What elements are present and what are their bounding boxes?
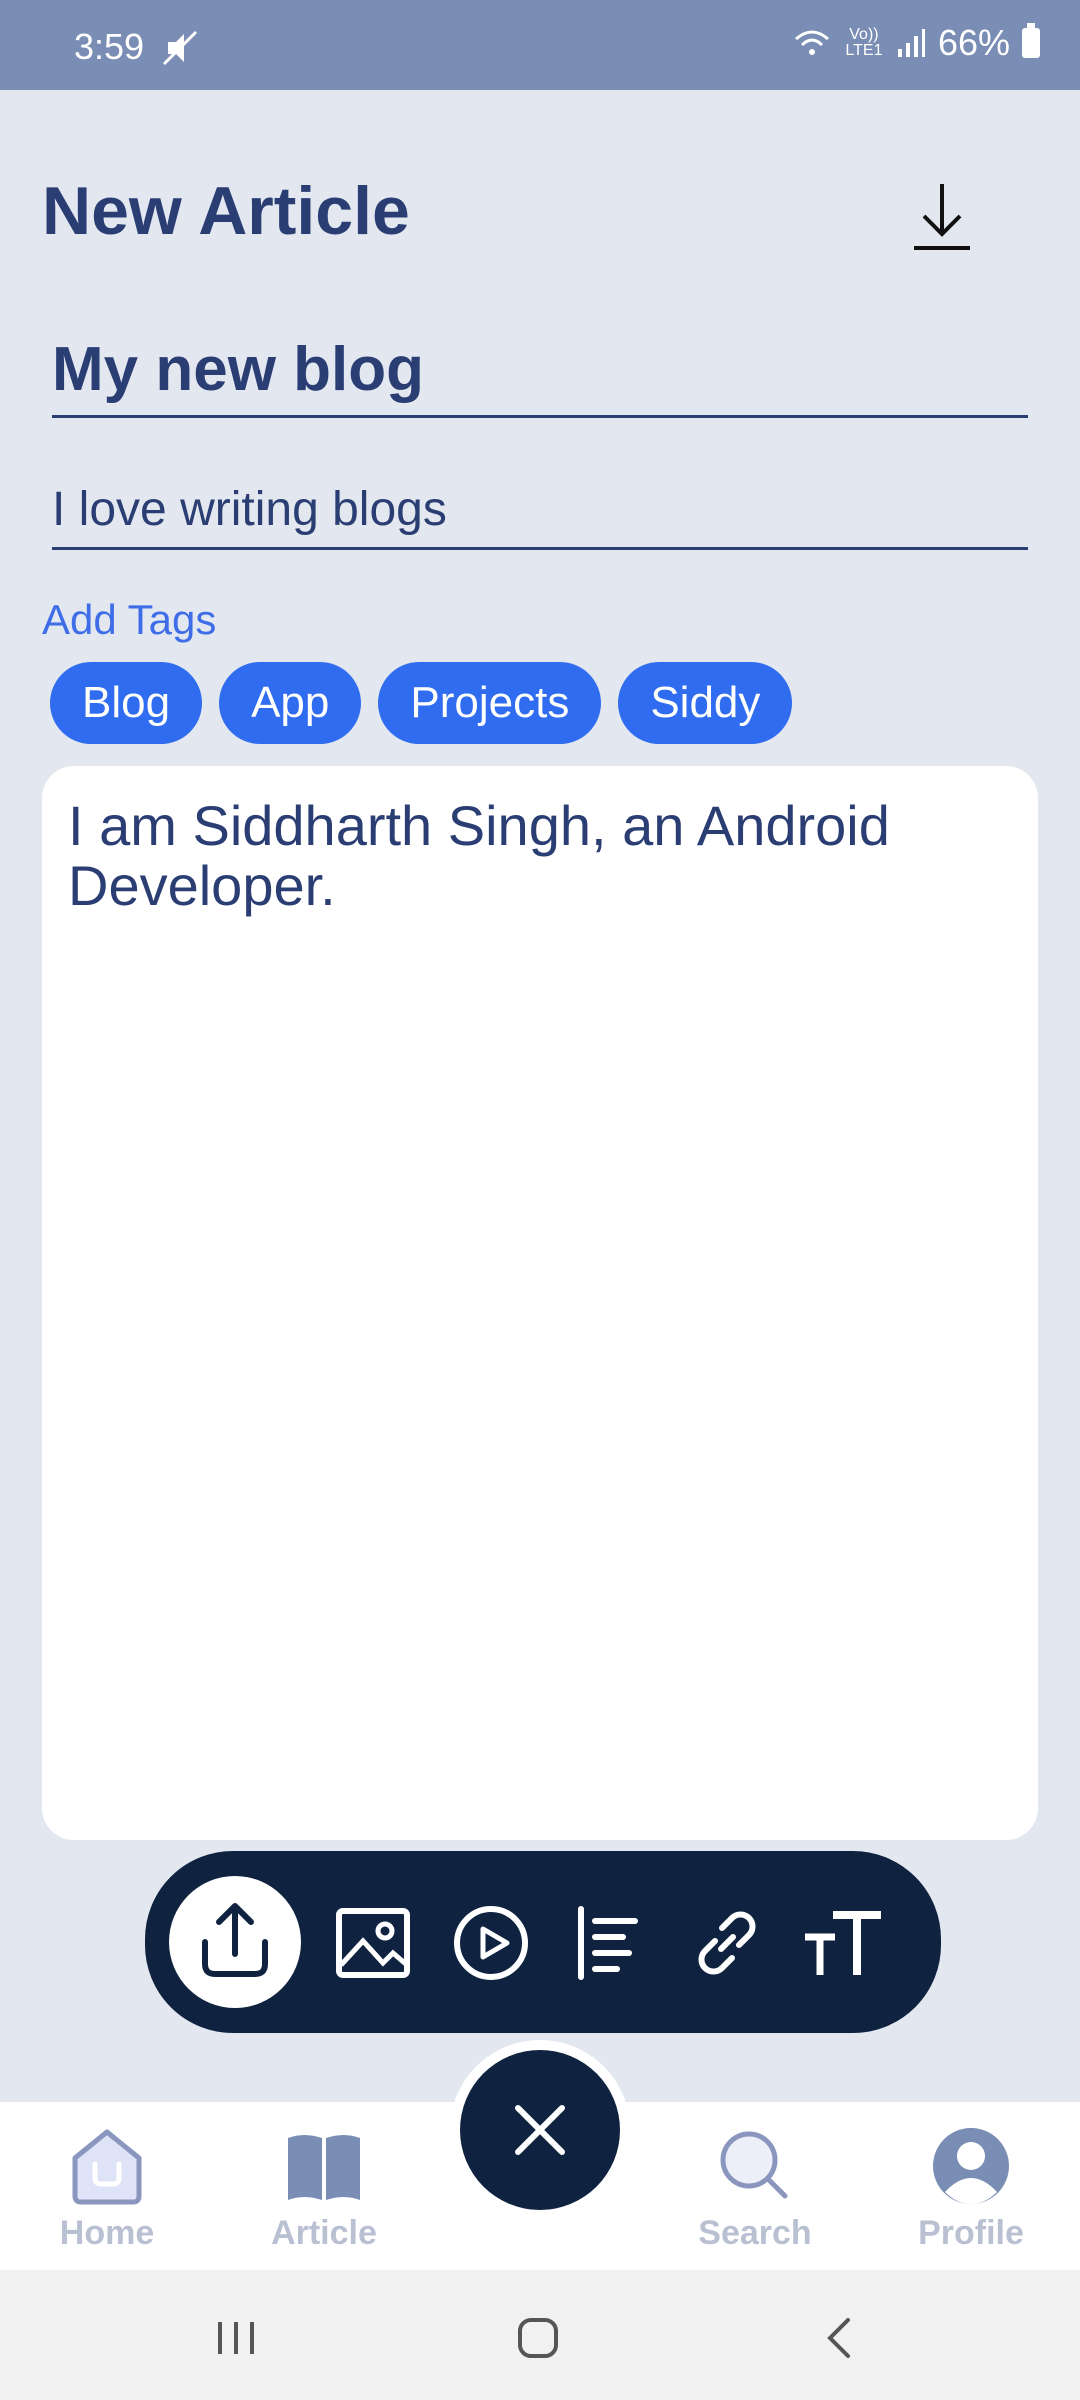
profile-icon <box>933 2128 1009 2204</box>
home-icon <box>72 2129 142 2205</box>
video-icon[interactable] <box>449 1901 533 1985</box>
text-size-icon[interactable] <box>801 1901 885 1985</box>
link-icon[interactable] <box>685 1901 769 1985</box>
status-time: 3:59 <box>74 26 145 67</box>
status-icons: Vo)) LTE1 66% <box>792 22 1040 64</box>
tag-chip[interactable]: App <box>219 662 362 744</box>
title-field[interactable]: My new blog <box>52 326 1028 418</box>
tag-chip[interactable]: Projects <box>378 662 602 744</box>
upload-icon <box>202 1903 268 1977</box>
nav-item-article[interactable]: Article <box>244 2102 404 2270</box>
article-body-editor[interactable]: I am Siddharth Singh, an Android Develop… <box>42 766 1038 1840</box>
subtitle-input-value: I love writing blogs <box>52 483 447 536</box>
upload-button[interactable] <box>169 1876 301 2008</box>
align-left-icon[interactable] <box>567 1901 651 1985</box>
nav-label-profile: Profile <box>918 2214 1024 2252</box>
mute-icon <box>162 30 198 66</box>
formatting-toolbar <box>142 1848 944 2036</box>
nav-label-article: Article <box>271 2214 377 2252</box>
back-icon[interactable] <box>810 2308 870 2368</box>
network-label: Vo)) LTE1 <box>845 26 883 59</box>
subtitle-field[interactable]: I love writing blogs <box>52 468 1028 550</box>
wifi-icon <box>794 30 829 55</box>
search-icon <box>720 2131 788 2199</box>
nav-item-search[interactable]: Search <box>675 2102 835 2270</box>
recent-apps-icon[interactable] <box>206 2308 266 2368</box>
close-fab-button[interactable] <box>460 2050 620 2210</box>
nav-item-profile[interactable]: Profile <box>891 2102 1051 2270</box>
book-icon <box>288 2135 360 2200</box>
page-title: New Article <box>42 173 410 249</box>
add-tags-link[interactable]: Add Tags <box>42 596 216 644</box>
close-icon <box>515 2105 565 2155</box>
nav-item-home[interactable]: Home <box>27 2102 187 2270</box>
image-icon[interactable] <box>331 1901 415 1985</box>
tag-list: Blog App Projects Siddy <box>50 662 793 744</box>
signal-icon <box>897 29 925 57</box>
tag-chip[interactable]: Siddy <box>618 662 793 744</box>
status-bar: 3:59 Vo)) LTE1 66% <box>0 0 1080 90</box>
nav-label-home: Home <box>59 2214 155 2252</box>
title-input-value: My new blog <box>52 335 424 404</box>
battery-icon <box>1022 23 1040 58</box>
tag-chip[interactable]: Blog <box>50 662 203 744</box>
battery-percent: 66% <box>937 22 1010 63</box>
article-body-text: I am Siddharth Singh, an Android Develop… <box>68 794 890 917</box>
nav-label-search: Search <box>698 2214 812 2252</box>
system-nav-bar <box>0 2270 1080 2400</box>
home-button-icon[interactable] <box>508 2308 568 2368</box>
download-icon[interactable] <box>900 178 984 258</box>
